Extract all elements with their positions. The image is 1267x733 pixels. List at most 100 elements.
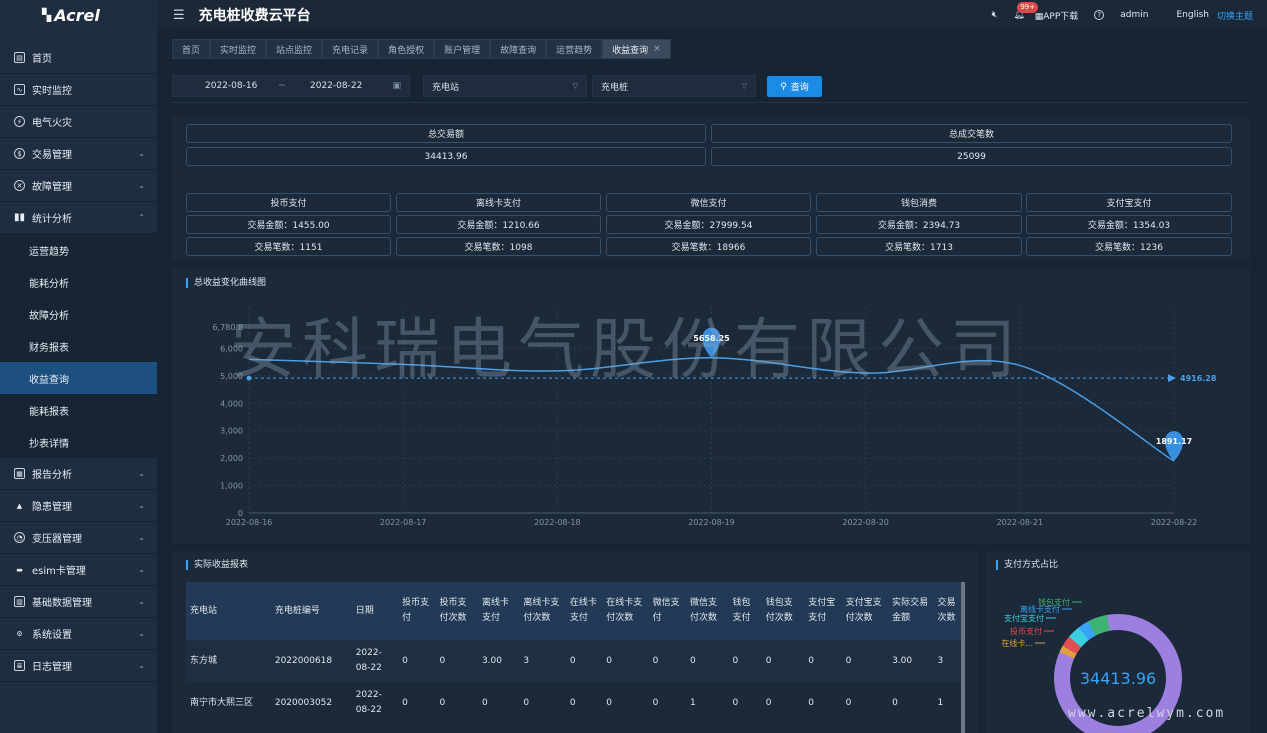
query-button[interactable]: ⚲ 查询 xyxy=(767,76,822,97)
x-tick-label: 2022-08-19 xyxy=(688,518,735,527)
sidebar-subitem-energy[interactable]: 能耗分析 xyxy=(0,266,157,298)
table-cell: 2020003052 xyxy=(270,682,352,724)
sidebar-subitem-fault-analysis[interactable]: 故障分析 xyxy=(0,298,157,330)
sidebar-item-label: 抄表详情 xyxy=(29,438,69,450)
tab-income[interactable]: 收益查询 × xyxy=(602,39,671,59)
page-title: 充电桩收费云平台 xyxy=(198,8,311,24)
y-tick-label: 5,000 xyxy=(220,372,243,381)
search-icon: ⚲ xyxy=(780,81,787,92)
home-icon: ▤ xyxy=(14,52,25,63)
sidebar: ▚ Acrel ▤ 首页 ∿ 实时监控 ⚡ 电气火灾 $ 交易管理 ⌄ ✕ 故障管理 ⌄ ▮▮ 统… xyxy=(0,0,157,733)
sidebar-subitem-meter[interactable]: 抄表详情 xyxy=(0,426,157,458)
language-switch[interactable]: English xyxy=(1176,10,1209,20)
column-header: 充电站 xyxy=(186,582,271,640)
pile-select[interactable]: 充电桩 ▽ xyxy=(592,75,756,97)
chevron-down-icon: ▽ xyxy=(741,82,747,90)
y-tick-label: 2,000 xyxy=(220,454,243,463)
table-cell: 2022000618 xyxy=(270,640,352,682)
table-cell: 3.00 xyxy=(888,640,934,682)
payment-amount: 交易金额：27999.54 xyxy=(606,215,811,234)
theme-switch[interactable]: 切换主题 xyxy=(1217,9,1253,22)
user-menu[interactable]: admin xyxy=(1120,10,1148,20)
sidebar-item-transformer[interactable]: ◔ 变压器管理 ⌄ xyxy=(0,522,157,554)
date-range-picker[interactable]: 2022-08-16 ~ 2022-08-22 ▣ xyxy=(172,75,410,97)
fire-icon: ⚡ xyxy=(14,116,25,127)
transformer-icon: ◔ xyxy=(14,532,25,543)
table-cell: 0 xyxy=(565,640,603,682)
sidebar-subitem-finance[interactable]: 财务报表 xyxy=(0,330,157,362)
sidebar-item-label: 基础数据管理 xyxy=(32,598,92,609)
sidebar-item-report[interactable]: ▦ 报告分析 ⌄ xyxy=(0,458,157,490)
start-date[interactable]: 2022-08-16 xyxy=(205,81,257,91)
tab-realtime[interactable]: 实时监控 xyxy=(210,39,267,59)
y-tick-label: 4,000 xyxy=(220,399,243,408)
table-cell: 0 xyxy=(804,682,842,724)
sidebar-item-basedata[interactable]: ▥ 基础数据管理 ⌄ xyxy=(0,586,157,618)
station-select[interactable]: 充电站 ▽ xyxy=(423,75,587,97)
tab-account[interactable]: 账户管理 xyxy=(434,39,491,59)
sidebar-subitem-income[interactable]: 收益查询 xyxy=(0,362,157,394)
average-start-point xyxy=(246,375,252,381)
donut-slice xyxy=(1087,614,1110,636)
sidebar-item-label: 能耗报表 xyxy=(29,406,69,418)
payment-amount: 交易金额：2394.73 xyxy=(816,215,1022,234)
chevron-down-icon: ⌄ xyxy=(138,661,145,670)
table-cell: 0 xyxy=(888,682,934,724)
close-icon[interactable]: × xyxy=(653,44,661,54)
table-cell: 1 xyxy=(933,682,964,724)
end-date[interactable]: 2022-08-22 xyxy=(310,81,362,91)
average-label: 4916.28 xyxy=(1180,374,1217,383)
date-separator: ~ xyxy=(278,81,286,91)
sidebar-item-home[interactable]: ▤ 首页 xyxy=(0,42,157,74)
total-count-value: 25099 xyxy=(711,147,1232,166)
x-tick-label: 2022-08-22 xyxy=(1151,518,1198,527)
gear-icon: ⚙ xyxy=(16,629,23,638)
help-icon[interactable]: ? xyxy=(1094,10,1105,20)
sidebar-subitem-trend[interactable]: 运营趋势 xyxy=(0,234,157,266)
table-cell: 0 xyxy=(728,640,762,682)
tab-charge-record[interactable]: 充电记录 xyxy=(322,39,379,59)
chevron-down-icon: ▽ xyxy=(572,82,578,90)
table-row[interactable]: 东方城 2022000618 2022-08-22 0 0 3.00 3 0 0… xyxy=(186,640,964,682)
sidebar-item-stats[interactable]: ▮▮ 统计分析 ⌃ xyxy=(0,202,157,234)
sidebar-subitem-energy-report[interactable]: 能耗报表 xyxy=(0,394,157,426)
sidebar-item-settings[interactable]: ⚙ 系统设置 ⌄ xyxy=(0,618,157,650)
chevron-down-icon: ⌄ xyxy=(138,181,145,190)
table-cell: 0 xyxy=(761,640,805,682)
sidebar-item-label: 电气火灾 xyxy=(32,118,72,129)
sidebar-item-trade[interactable]: $ 交易管理 ⌄ xyxy=(0,138,157,170)
table-cell: 2022-08-22 xyxy=(351,640,399,682)
menu-toggle-icon[interactable]: ☰ xyxy=(173,8,185,23)
tab-trend[interactable]: 运营趋势 xyxy=(546,39,603,59)
monitor-icon: ∿ xyxy=(14,84,25,95)
tab-role[interactable]: 角色授权 xyxy=(378,39,435,59)
sidebar-item-log[interactable]: ≣ 日志管理 ⌄ xyxy=(0,650,157,682)
sidebar-item-esim[interactable]: ▬ esim卡管理 ⌄ xyxy=(0,554,157,586)
chart-panel: 总收益变化曲线图 0 1,000 2,000 3,000 4,000 5,000 6,000… xyxy=(172,268,1250,544)
table-row[interactable]: 南宁市大熙三区 2020003052 2022-08-22 0 0 0 0 0 … xyxy=(186,682,964,724)
table-cell: 0 xyxy=(841,640,889,682)
app-download-button[interactable]: ▦APP下载 xyxy=(1035,9,1079,22)
tab-home[interactable]: 首页 xyxy=(172,39,211,59)
donut-center-value: 34413.96 xyxy=(1080,669,1156,688)
sim-card-icon: ▬ xyxy=(16,565,23,574)
sidebar-item-label: 故障分析 xyxy=(29,310,69,322)
x-tick-label: 2022-08-21 xyxy=(997,518,1043,527)
tab-fault[interactable]: 故障查询 xyxy=(490,39,547,59)
table-scrollbar[interactable] xyxy=(961,582,965,733)
column-header: 支付宝支付 xyxy=(804,582,842,640)
sidebar-item-fire[interactable]: ⚡ 电气火灾 xyxy=(0,106,157,138)
bell-icon[interactable]: 🔔︎ 99+ xyxy=(1013,2,1039,20)
mute-icon[interactable]: 🔇︎ xyxy=(992,10,998,20)
column-header: 投币支付 xyxy=(398,582,436,640)
tab-station[interactable]: 站点监控 xyxy=(266,39,323,59)
sidebar-item-label: 收益查询 xyxy=(29,374,69,386)
sidebar-item-realtime[interactable]: ∿ 实时监控 xyxy=(0,74,157,106)
sidebar-item-fault[interactable]: ✕ 故障管理 ⌄ xyxy=(0,170,157,202)
column-header: 实际交易金额 xyxy=(888,582,934,640)
table-cell: 2022-08-22 xyxy=(351,682,399,724)
sidebar-item-hazard[interactable]: ▲ 隐患管理 ⌄ xyxy=(0,490,157,522)
chevron-down-icon: ⌄ xyxy=(138,565,145,574)
payment-count: 交易笔数：1713 xyxy=(816,237,1022,256)
payment-name: 投币支付 xyxy=(186,193,391,212)
